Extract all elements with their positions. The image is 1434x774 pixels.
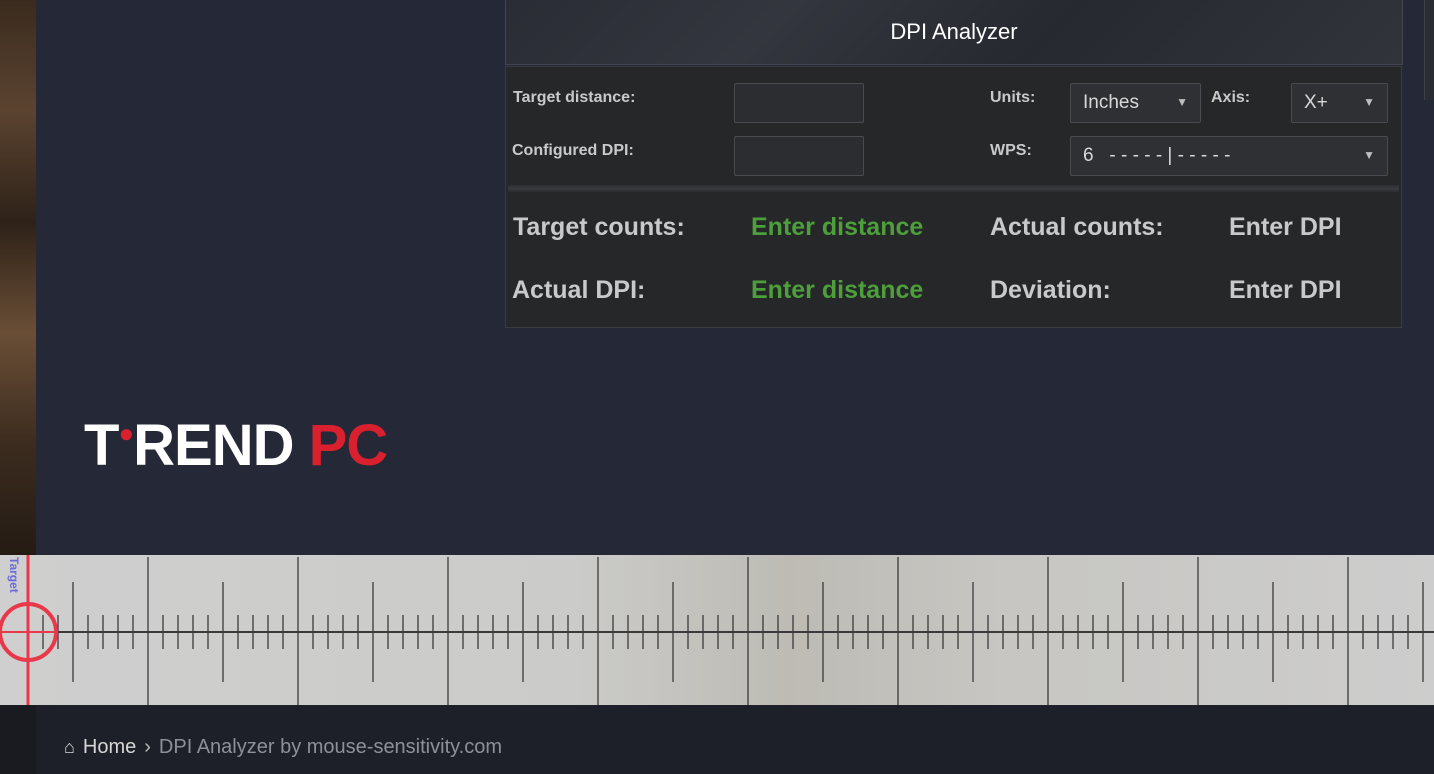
target-distance-label: Target distance: — [513, 89, 636, 106]
wps-select-value: 6 - - - - - | - - - - - — [1083, 145, 1231, 166]
actual-dpi-value: Enter distance — [751, 276, 924, 304]
panel-title-text: DPI Analyzer — [890, 19, 1018, 44]
axis-label: Axis: — [1211, 89, 1251, 106]
wps-label: WPS: — [990, 142, 1032, 159]
ruler-ticks: Target — [0, 555, 1434, 707]
background-image-strip — [0, 0, 36, 555]
axis-select-value: X+ — [1304, 92, 1328, 113]
deviation-label: Deviation: — [990, 276, 1111, 304]
dpi-analyzer-panel: Target distance: Configured DPI: Units: … — [505, 66, 1402, 328]
chevron-right-icon: › — [144, 736, 151, 758]
target-label: Target — [7, 557, 21, 593]
configured-dpi-label: Configured DPI: — [512, 142, 634, 159]
actual-counts-label: Actual counts: — [990, 213, 1164, 241]
wps-select[interactable]: 6 - - - - - | - - - - - ▼ — [1070, 136, 1388, 176]
target-counts-label: Target counts: — [513, 213, 685, 241]
measurement-ruler[interactable]: Target — [0, 555, 1434, 707]
breadcrumb-current: DPI Analyzer by mouse-sensitivity.com — [158, 736, 502, 758]
actual-dpi-label: Actual DPI: — [512, 276, 646, 304]
chevron-down-icon: ▼ — [1363, 148, 1375, 162]
breadcrumb: ⌂ Home › DPI Analyzer by mouse-sensitivi… — [64, 736, 502, 759]
chevron-down-icon: ▼ — [1176, 95, 1188, 109]
actual-counts-value: Enter DPI — [1229, 213, 1342, 241]
deviation-value: Enter DPI — [1229, 276, 1342, 304]
target-distance-input[interactable] — [734, 83, 864, 123]
units-select[interactable]: Inches ▼ — [1070, 83, 1201, 123]
breadcrumb-home-link[interactable]: Home — [83, 736, 136, 759]
trendpc-logo: T●REND PC — [84, 413, 388, 478]
axis-select[interactable]: X+ ▼ — [1291, 83, 1388, 123]
units-select-value: Inches — [1083, 92, 1139, 113]
units-label: Units: — [990, 89, 1036, 106]
panel-title: DPI Analyzer — [505, 0, 1403, 65]
home-icon[interactable]: ⌂ — [64, 737, 75, 758]
divider — [508, 185, 1399, 192]
target-counts-value: Enter distance — [751, 213, 924, 241]
chevron-down-icon: ▼ — [1363, 95, 1375, 109]
configured-dpi-input[interactable] — [734, 136, 864, 176]
scrollbar[interactable] — [1424, 0, 1434, 100]
